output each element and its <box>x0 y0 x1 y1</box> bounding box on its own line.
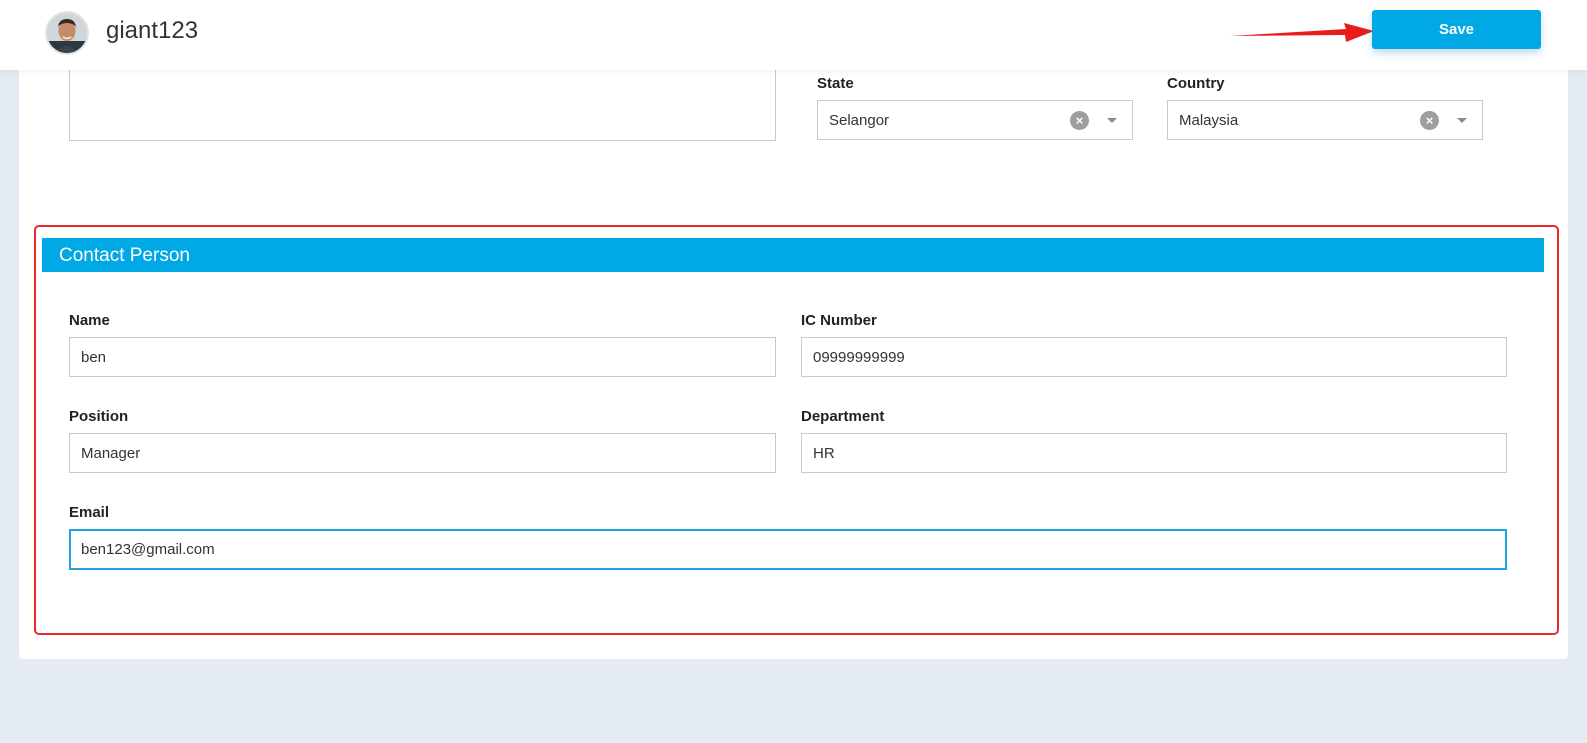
section-title: Contact Person <box>59 245 190 266</box>
country-select[interactable]: Malaysia × <box>1167 100 1483 140</box>
section-header: Contact Person <box>42 238 1544 272</box>
state-select[interactable]: Selangor × <box>817 100 1133 140</box>
highlight-box <box>34 225 1559 635</box>
state-value: Selangor <box>829 112 890 129</box>
chevron-down-icon[interactable] <box>1457 118 1467 123</box>
red-arrow-icon <box>1228 16 1376 51</box>
user-avatar[interactable] <box>45 11 89 55</box>
email-field[interactable] <box>69 529 1507 570</box>
country-label: Country <box>1167 75 1225 92</box>
save-button[interactable]: Save <box>1372 10 1541 49</box>
country-value: Malaysia <box>1179 112 1239 129</box>
name-label: Name <box>69 312 110 329</box>
ic-number-field[interactable] <box>801 337 1507 377</box>
username: giant123 <box>106 17 199 44</box>
state-label: State <box>817 75 854 92</box>
clear-icon[interactable]: × <box>1070 111 1089 130</box>
position-label: Position <box>69 408 129 425</box>
ic-number-label: IC Number <box>801 312 877 329</box>
email-label: Email <box>69 504 110 521</box>
department-field[interactable] <box>801 433 1507 473</box>
position-field[interactable] <box>69 433 776 473</box>
chevron-down-icon[interactable] <box>1107 118 1117 123</box>
top-header: giant123 Save <box>0 0 1587 70</box>
name-field[interactable] <box>69 337 776 377</box>
clear-icon[interactable]: × <box>1420 111 1439 130</box>
address-textarea[interactable] <box>69 70 776 141</box>
department-label: Department <box>801 408 885 425</box>
